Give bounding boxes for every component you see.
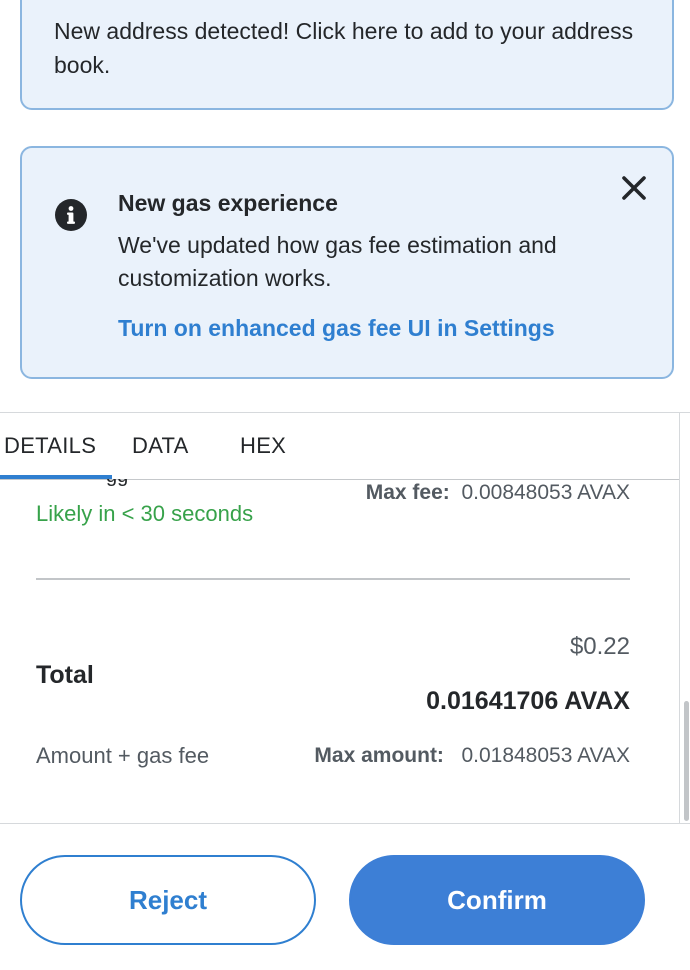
scrolled-text-fragment: gg [106,479,136,487]
confirm-button[interactable]: Confirm [349,855,645,945]
tab-details[interactable]: DETAILS [4,433,96,459]
amount-plus-gas-label: Amount + gas fee [36,743,210,768]
tab-data[interactable]: DATA [132,433,189,459]
max-fee-row: Max fee: 0.00848053 AVAX [366,481,630,505]
gas-experience-notice: New gas experience We've updated how gas… [20,146,674,379]
panel-right-border [679,413,680,823]
total-avax-value: 0.01641706 AVAX [426,687,630,715]
max-fee-label: Max fee: [365,481,450,504]
total-label: Total [36,661,94,689]
tab-hex[interactable]: HEX [240,433,286,459]
close-icon[interactable] [620,174,648,202]
transaction-details-panel: DETAILS DATA HEX gg Likely in < 30 secon… [0,412,690,824]
new-address-banner-text: New address detected! Click here to add … [54,18,634,78]
reject-button[interactable]: Reject [20,855,316,945]
scrollbar-thumb[interactable] [684,701,689,821]
gas-notice-body: We've updated how gas fee estimation and… [118,232,557,291]
transaction-confirmation-page: New address detected! Click here to add … [0,0,690,970]
gas-time-estimate: Likely in < 30 seconds [36,501,254,526]
max-amount-value: 0.01848053 AVAX [461,744,630,767]
total-fiat-value: $0.22 [569,633,630,660]
section-divider [36,578,630,580]
new-address-banner[interactable]: New address detected! Click here to add … [20,0,674,110]
gas-settings-link[interactable]: Turn on enhanced gas fee UI in Settings [118,315,555,342]
max-amount-row: Max amount: 0.01848053 AVAX [314,744,630,768]
active-tab-indicator [0,475,112,479]
transaction-tabs: DETAILS DATA HEX [0,413,679,480]
max-fee-value: 0.00848053 AVAX [461,481,630,504]
gas-notice-title: New gas experience [118,190,338,216]
info-icon [55,199,87,231]
max-amount-label: Max amount: [314,744,444,767]
